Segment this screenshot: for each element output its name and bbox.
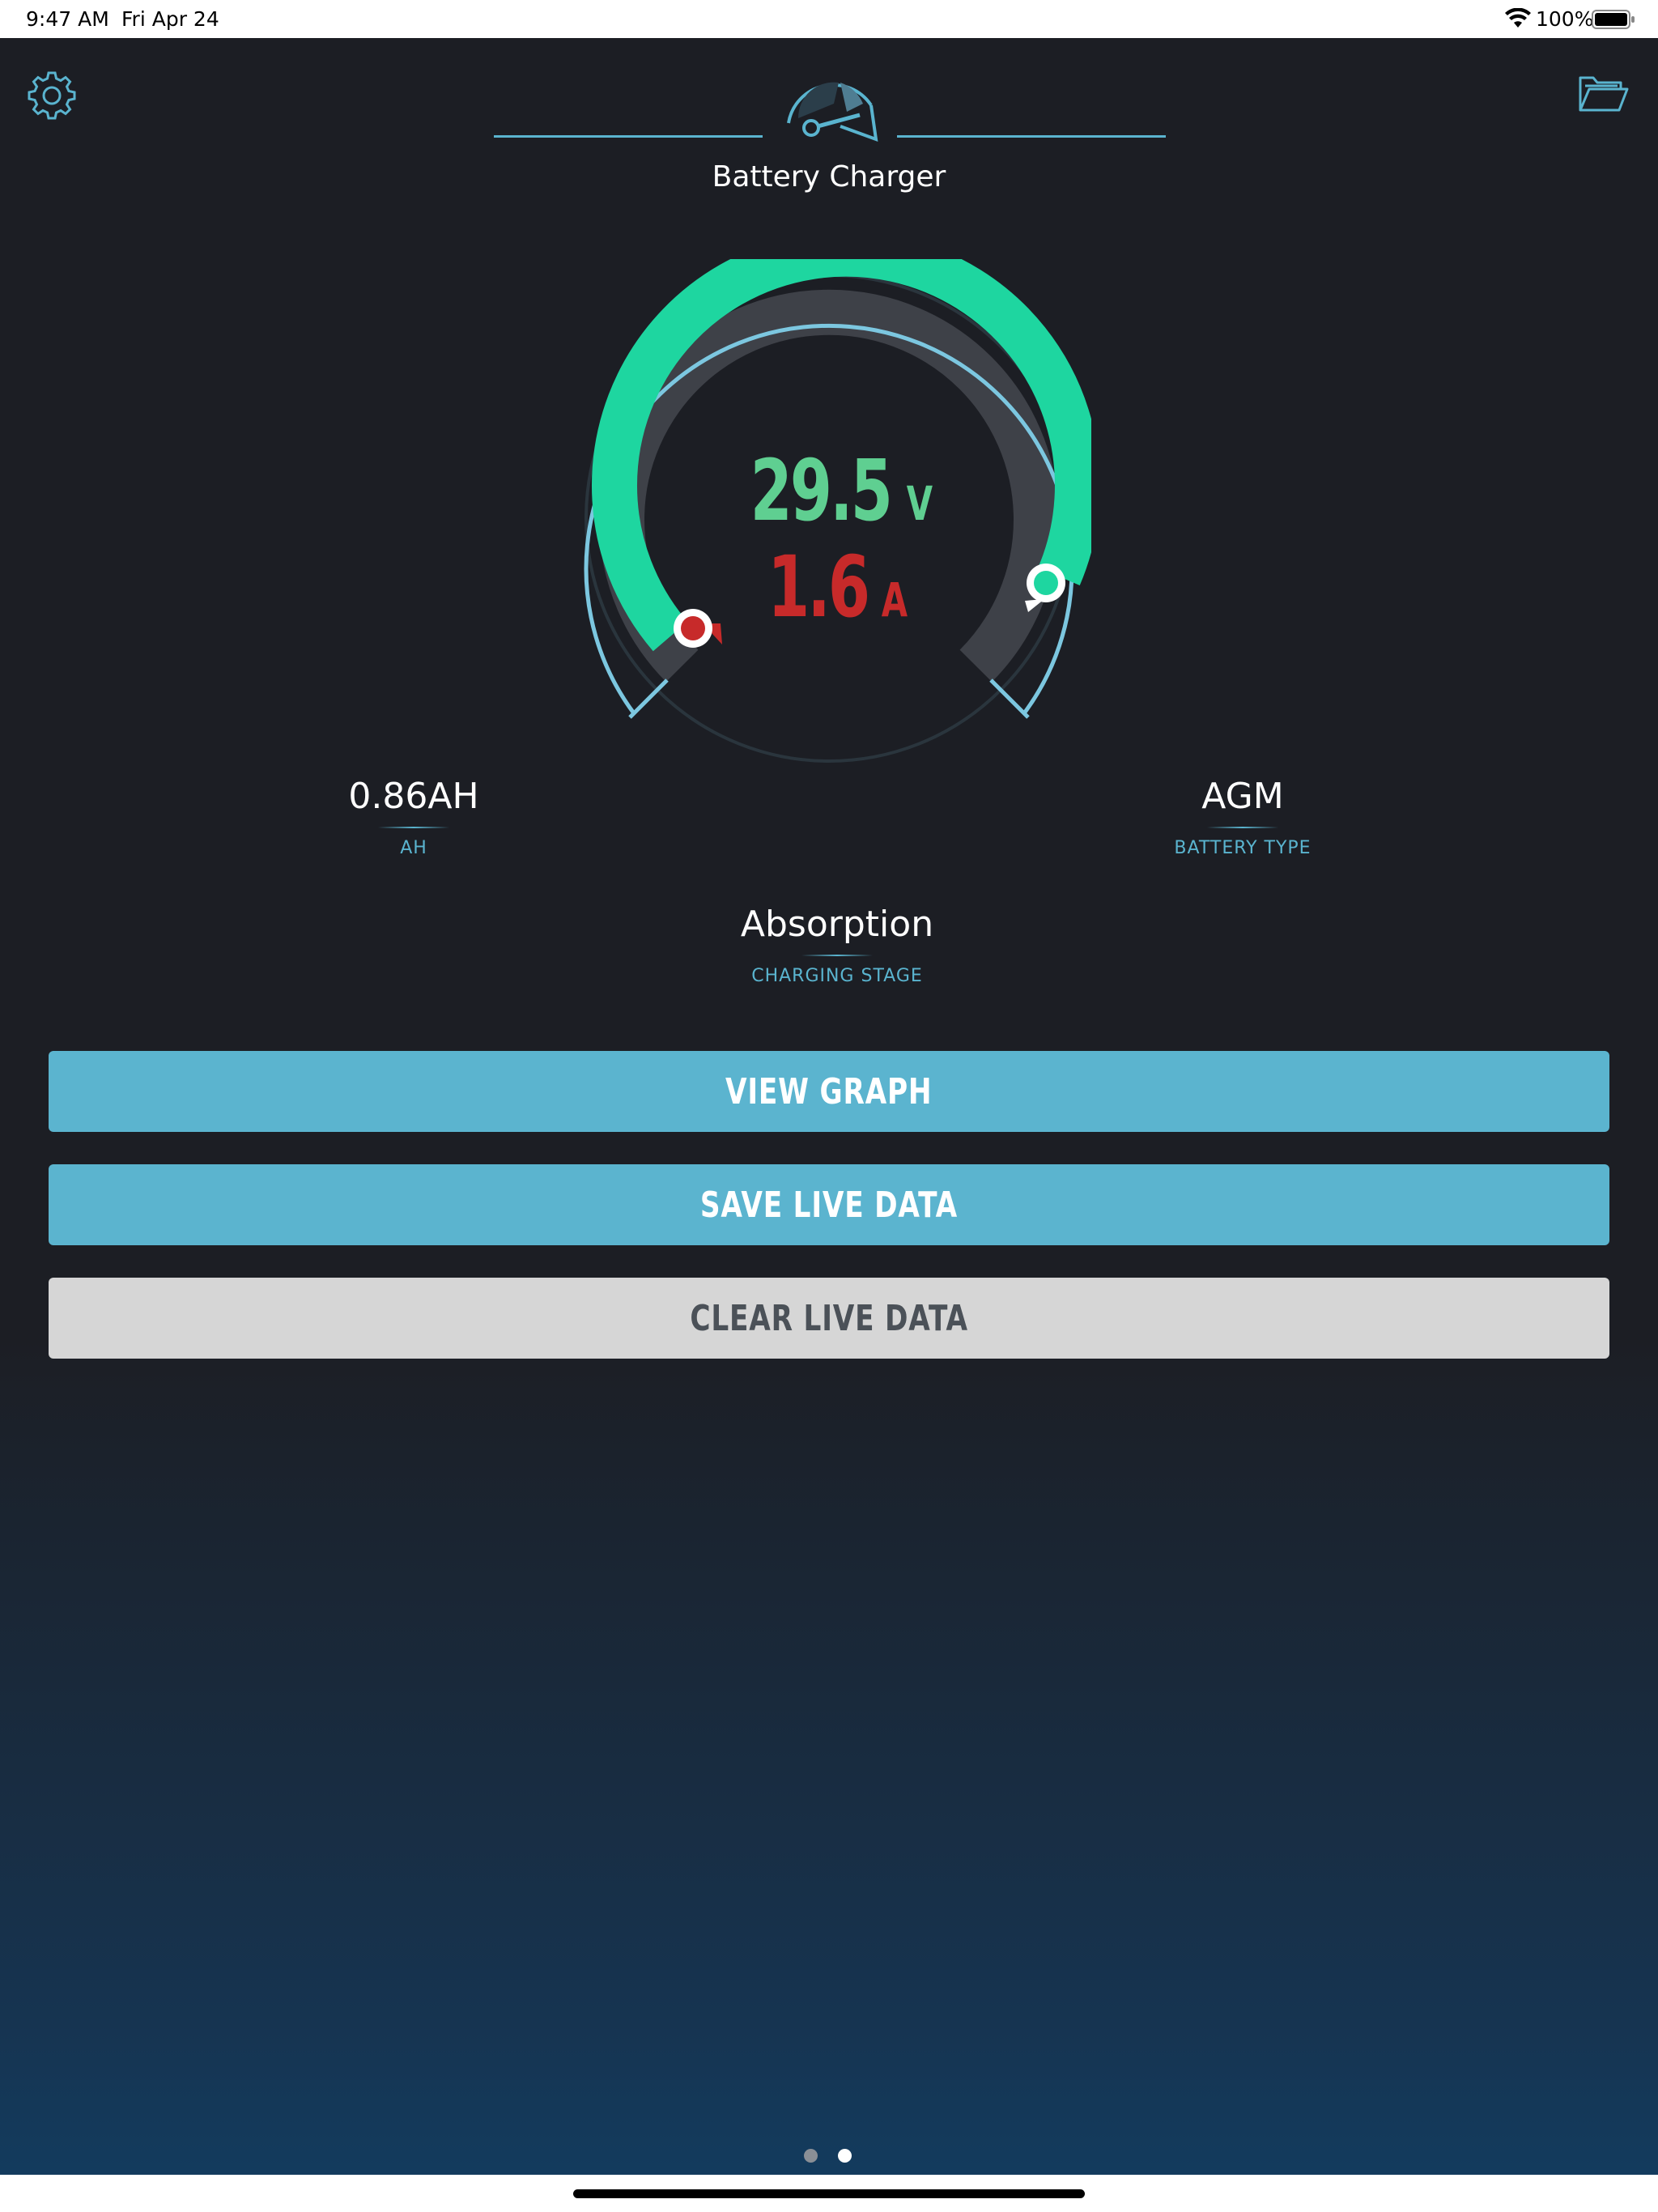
speedometer-icon	[787, 82, 878, 143]
page-title: Battery Charger	[712, 160, 946, 194]
gear-icon[interactable]	[24, 68, 79, 123]
battery-type-label: BATTERY TYPE	[1174, 838, 1312, 858]
battery-icon	[1592, 10, 1635, 29]
status-time: 9:47 AM	[26, 7, 109, 31]
page-dot-1[interactable]	[804, 2149, 818, 2163]
status-date: Fri Apr 24	[121, 7, 219, 31]
wifi-icon	[1505, 8, 1531, 28]
voltage-unit: V	[906, 476, 933, 531]
ah-stat: 0.86AH AH	[244, 776, 584, 858]
battery-type-divider	[1207, 827, 1278, 828]
charging-stage-stat: Absorption CHARGING STAGE	[667, 904, 1007, 986]
battery-type-value: AGM	[1201, 776, 1284, 817]
gauge-tick-left	[628, 678, 669, 719]
ah-label: AH	[400, 838, 427, 858]
clear-live-data-button[interactable]: CLEAR LIVE DATA	[49, 1278, 1609, 1359]
home-indicator[interactable]	[573, 2189, 1085, 2198]
charging-stage-value: Absorption	[740, 904, 934, 945]
clear-live-data-label: CLEAR LIVE DATA	[690, 1297, 968, 1339]
header-divider-right	[897, 135, 1166, 138]
view-graph-button[interactable]: VIEW GRAPH	[49, 1051, 1609, 1132]
folder-icon[interactable]	[1577, 70, 1630, 118]
battery-percent: 100%	[1536, 7, 1594, 31]
battery-type-stat: AGM BATTERY TYPE	[1073, 776, 1413, 858]
page-dot-2[interactable]	[838, 2149, 852, 2163]
view-graph-label: VIEW GRAPH	[725, 1070, 933, 1112]
page-indicator[interactable]	[801, 2149, 857, 2163]
save-live-data-button[interactable]: SAVE LIVE DATA	[49, 1164, 1609, 1245]
charging-stage-divider	[801, 955, 873, 956]
charging-stage-label: CHARGING STAGE	[751, 966, 923, 986]
header-divider-left	[494, 135, 763, 138]
voltage-readout: 29.5 V	[667, 441, 991, 540]
save-live-data-label: SAVE LIVE DATA	[699, 1184, 959, 1226]
current-unit: A	[881, 572, 907, 627]
gauge-tick-right	[989, 678, 1030, 719]
voltage-value: 29.5	[750, 441, 893, 540]
current-readout: 1.6 A	[667, 538, 991, 636]
current-value: 1.6	[767, 538, 871, 636]
status-bar: 9:47 AM Fri Apr 24 100%	[0, 0, 1658, 38]
ah-divider	[378, 827, 449, 828]
ah-value: 0.86AH	[348, 776, 479, 817]
